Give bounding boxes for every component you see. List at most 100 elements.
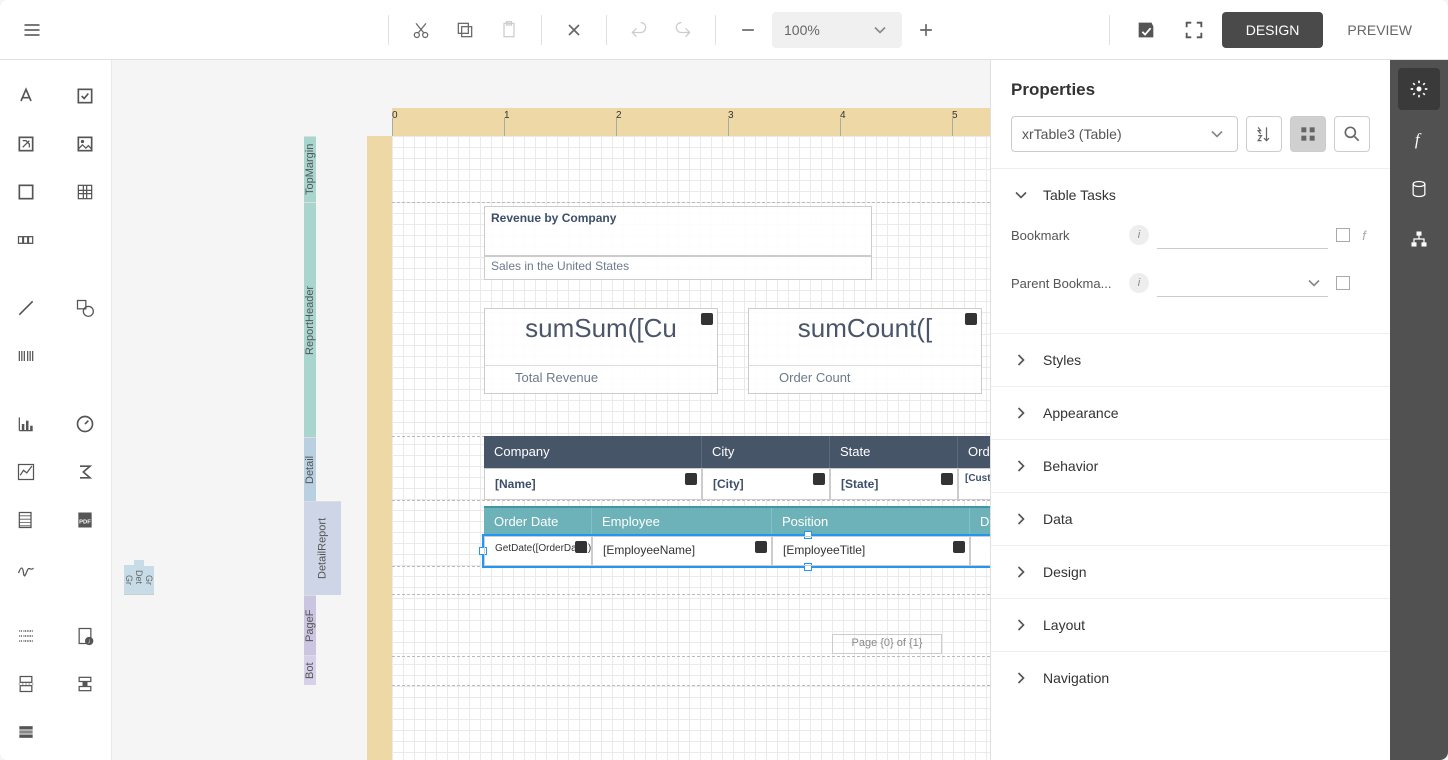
section-label: Layout — [1043, 617, 1085, 633]
barcode-tool[interactable] — [6, 336, 46, 376]
shape-tool[interactable] — [65, 288, 105, 328]
data-cell[interactable]: [CustomersOrders_1 — [958, 468, 990, 500]
undo-button — [619, 10, 659, 50]
header-cell[interactable]: State — [830, 436, 958, 468]
svg-text:PDF: PDF — [79, 519, 91, 525]
section-appearance[interactable]: Appearance — [991, 387, 1390, 439]
section-table-tasks[interactable]: Table Tasks — [991, 169, 1390, 221]
subsection-groupfooter[interactable]: Gr — [144, 566, 154, 595]
zoom-dropdown[interactable]: 100% — [772, 12, 902, 48]
chart-tool[interactable] — [6, 404, 46, 444]
section-label: Design — [1043, 564, 1087, 580]
page-number[interactable]: Page {0} of {1} — [832, 634, 942, 654]
header-cell[interactable]: Position — [772, 508, 970, 536]
subsection-groupheader[interactable]: Gr — [124, 565, 134, 595]
header-cell[interactable]: Company — [484, 436, 702, 468]
main-menu-button[interactable] — [12, 10, 52, 50]
section-pagefooter[interactable]: PageF — [304, 595, 316, 655]
validate-button[interactable] — [1126, 10, 1166, 50]
header-cell[interactable]: Orders — [958, 436, 990, 468]
data-cell[interactable] — [970, 536, 990, 566]
sum-card-0[interactable]: sumSum([Cu Total Revenue — [484, 308, 718, 394]
preview-tab[interactable]: PREVIEW — [1323, 12, 1436, 48]
label-tool[interactable] — [6, 76, 46, 116]
picture-tool[interactable] — [65, 124, 105, 164]
reset-button[interactable] — [1336, 228, 1350, 242]
rail-explorer[interactable] — [1398, 218, 1440, 260]
header-cell[interactable]: Delivery Status — [970, 508, 990, 536]
table-row[interactable]: [Name] [City] [State] [CustomersOrders_1… — [484, 468, 990, 500]
info-icon[interactable]: i — [1129, 225, 1149, 245]
section-detailreport[interactable]: DetailReport Gr Det Gr — [304, 501, 341, 595]
data-cell[interactable]: GetDate([OrderDate]) — [484, 536, 592, 566]
report-subtitle[interactable]: Sales in the United States — [484, 256, 872, 280]
section-navigation[interactable]: Navigation — [991, 652, 1390, 704]
rail-properties[interactable] — [1398, 68, 1440, 110]
sum-card-1[interactable]: sumCount([ Order Count — [748, 308, 982, 394]
section-behavior[interactable]: Behavior — [991, 440, 1390, 492]
header-cell[interactable]: Employee — [592, 508, 772, 536]
data-cell[interactable]: [EmployeeTitle] — [772, 536, 970, 566]
section-bottommargin[interactable]: Bot — [304, 655, 316, 685]
bookmark-input[interactable] — [1157, 221, 1328, 249]
cut-button[interactable] — [401, 10, 441, 50]
section-design[interactable]: Design — [991, 546, 1390, 598]
design-surface[interactable]: Revenue by Company Sales in the United S… — [392, 136, 990, 760]
sigma-tool[interactable] — [65, 452, 105, 492]
header-cell[interactable]: Order Date — [484, 508, 592, 536]
zoom-in-button[interactable] — [906, 10, 946, 50]
table-tool[interactable] — [65, 172, 105, 212]
data-cell[interactable]: [Name] — [484, 468, 702, 500]
table-header[interactable]: Company City State Orders Average S — [484, 436, 990, 468]
fx-icon[interactable]: f — [1358, 228, 1370, 243]
rail-expressions[interactable]: f — [1398, 118, 1440, 160]
report-title[interactable]: Revenue by Company — [484, 206, 872, 256]
character-comb-tool[interactable] — [6, 220, 46, 260]
copy-button[interactable] — [445, 10, 485, 50]
pdf-tool[interactable]: PDF — [65, 500, 105, 540]
toc-tool[interactable] — [6, 616, 46, 656]
categorized-button[interactable] — [1290, 116, 1326, 152]
design-tab[interactable]: DESIGN — [1222, 12, 1324, 48]
subband-tool[interactable] — [6, 712, 46, 752]
parent-bookmark-combo[interactable] — [1157, 269, 1328, 297]
checkbox-tool[interactable] — [65, 76, 105, 116]
rail-fieldlist[interactable] — [1398, 168, 1440, 210]
sparkline-tool[interactable] — [6, 452, 46, 492]
sort-alpha-button[interactable] — [1246, 116, 1282, 152]
subtable-row-selected[interactable]: GetDate([OrderDate]) [EmployeeName] [Emp… — [484, 536, 990, 566]
crosstab-tool[interactable] — [6, 500, 46, 540]
subtable-header[interactable]: Order Date Employee Position Delivery St… — [484, 506, 990, 536]
section-reportheader[interactable]: ReportHeader — [304, 202, 316, 437]
fullscreen-button[interactable] — [1174, 10, 1214, 50]
pageinfo-tool[interactable]: i — [65, 616, 105, 656]
line-tool[interactable] — [6, 288, 46, 328]
panel-tool[interactable] — [6, 172, 46, 212]
paste-button — [489, 10, 529, 50]
section-styles[interactable]: Styles — [991, 334, 1390, 386]
info-icon[interactable]: i — [1129, 273, 1149, 293]
section-label: Appearance — [1043, 405, 1119, 421]
design-canvas[interactable]: 0123456 TopMargin ReportHeader Detail De… — [112, 60, 990, 760]
subsection-detail[interactable]: Det — [134, 560, 144, 595]
section-layout[interactable]: Layout — [991, 599, 1390, 651]
gauge-tool[interactable] — [65, 404, 105, 444]
search-properties-button[interactable] — [1334, 116, 1370, 152]
element-selector[interactable]: xrTable3 (Table) — [1011, 116, 1238, 152]
section-data[interactable]: Data — [991, 493, 1390, 545]
section-label: Data — [1043, 511, 1073, 527]
section-topmargin[interactable]: TopMargin — [304, 136, 316, 202]
delete-button[interactable] — [554, 10, 594, 50]
pagebreak-tool[interactable] — [6, 664, 46, 704]
richtext-tool[interactable] — [6, 124, 46, 164]
sum-label: Total Revenue — [485, 365, 717, 389]
data-cell[interactable]: [EmployeeName] — [592, 536, 772, 566]
zoom-out-button[interactable] — [728, 10, 768, 50]
header-cell[interactable]: City — [702, 436, 830, 468]
data-cell[interactable]: [State] — [830, 468, 958, 500]
section-detail[interactable]: Detail — [304, 437, 316, 501]
reset-button[interactable] — [1336, 276, 1350, 290]
data-cell[interactable]: [City] — [702, 468, 830, 500]
signature-tool[interactable] — [6, 548, 46, 588]
crossband-tool[interactable] — [65, 664, 105, 704]
